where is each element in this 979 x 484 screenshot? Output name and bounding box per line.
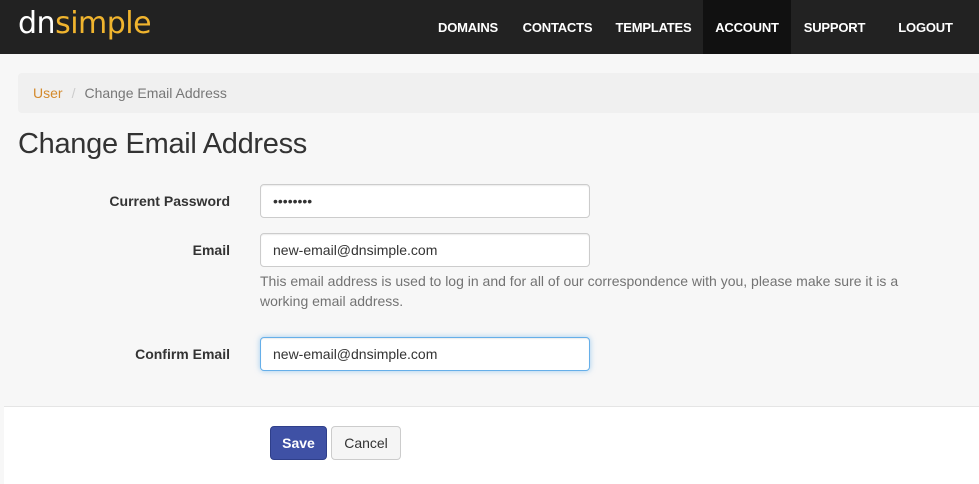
breadcrumb-current: Change Email Address xyxy=(84,85,227,101)
top-navbar: dn simple DOMAINS CONTACTS TEMPLATES ACCO… xyxy=(0,0,979,54)
dnsimple-logo[interactable]: dn simple xyxy=(18,4,152,44)
current-password-field[interactable] xyxy=(260,184,590,218)
current-password-label: Current Password xyxy=(109,193,230,209)
nav-domains[interactable]: DOMAINS xyxy=(425,0,511,54)
nav-account[interactable]: ACCOUNT xyxy=(703,0,791,54)
nav-support[interactable]: SUPPORT xyxy=(791,0,878,54)
logo-text-dn: dn xyxy=(18,6,56,41)
confirm-email-label: Confirm Email xyxy=(135,346,230,362)
logo-text-simple: simple xyxy=(55,6,152,41)
save-button[interactable]: Save xyxy=(270,426,327,460)
breadcrumb-separator: / xyxy=(71,85,76,101)
email-label: Email xyxy=(192,242,230,258)
nav-logout[interactable]: LOGOUT xyxy=(878,0,979,54)
breadcrumb: User / Change Email Address xyxy=(18,73,979,113)
breadcrumb-user-link[interactable]: User xyxy=(33,85,63,101)
main-nav: DOMAINS CONTACTS TEMPLATES ACCOUNT SUPPO… xyxy=(425,0,979,54)
email-help-text: This email address is used to log in and… xyxy=(260,273,899,309)
confirm-email-field[interactable] xyxy=(260,337,590,371)
page-title: Change Email Address xyxy=(18,128,307,160)
form-actions xyxy=(4,406,979,484)
email-field[interactable] xyxy=(260,233,590,267)
cancel-button[interactable]: Cancel xyxy=(331,426,401,460)
nav-templates[interactable]: TEMPLATES xyxy=(604,0,703,54)
nav-contacts[interactable]: CONTACTS xyxy=(511,0,604,54)
